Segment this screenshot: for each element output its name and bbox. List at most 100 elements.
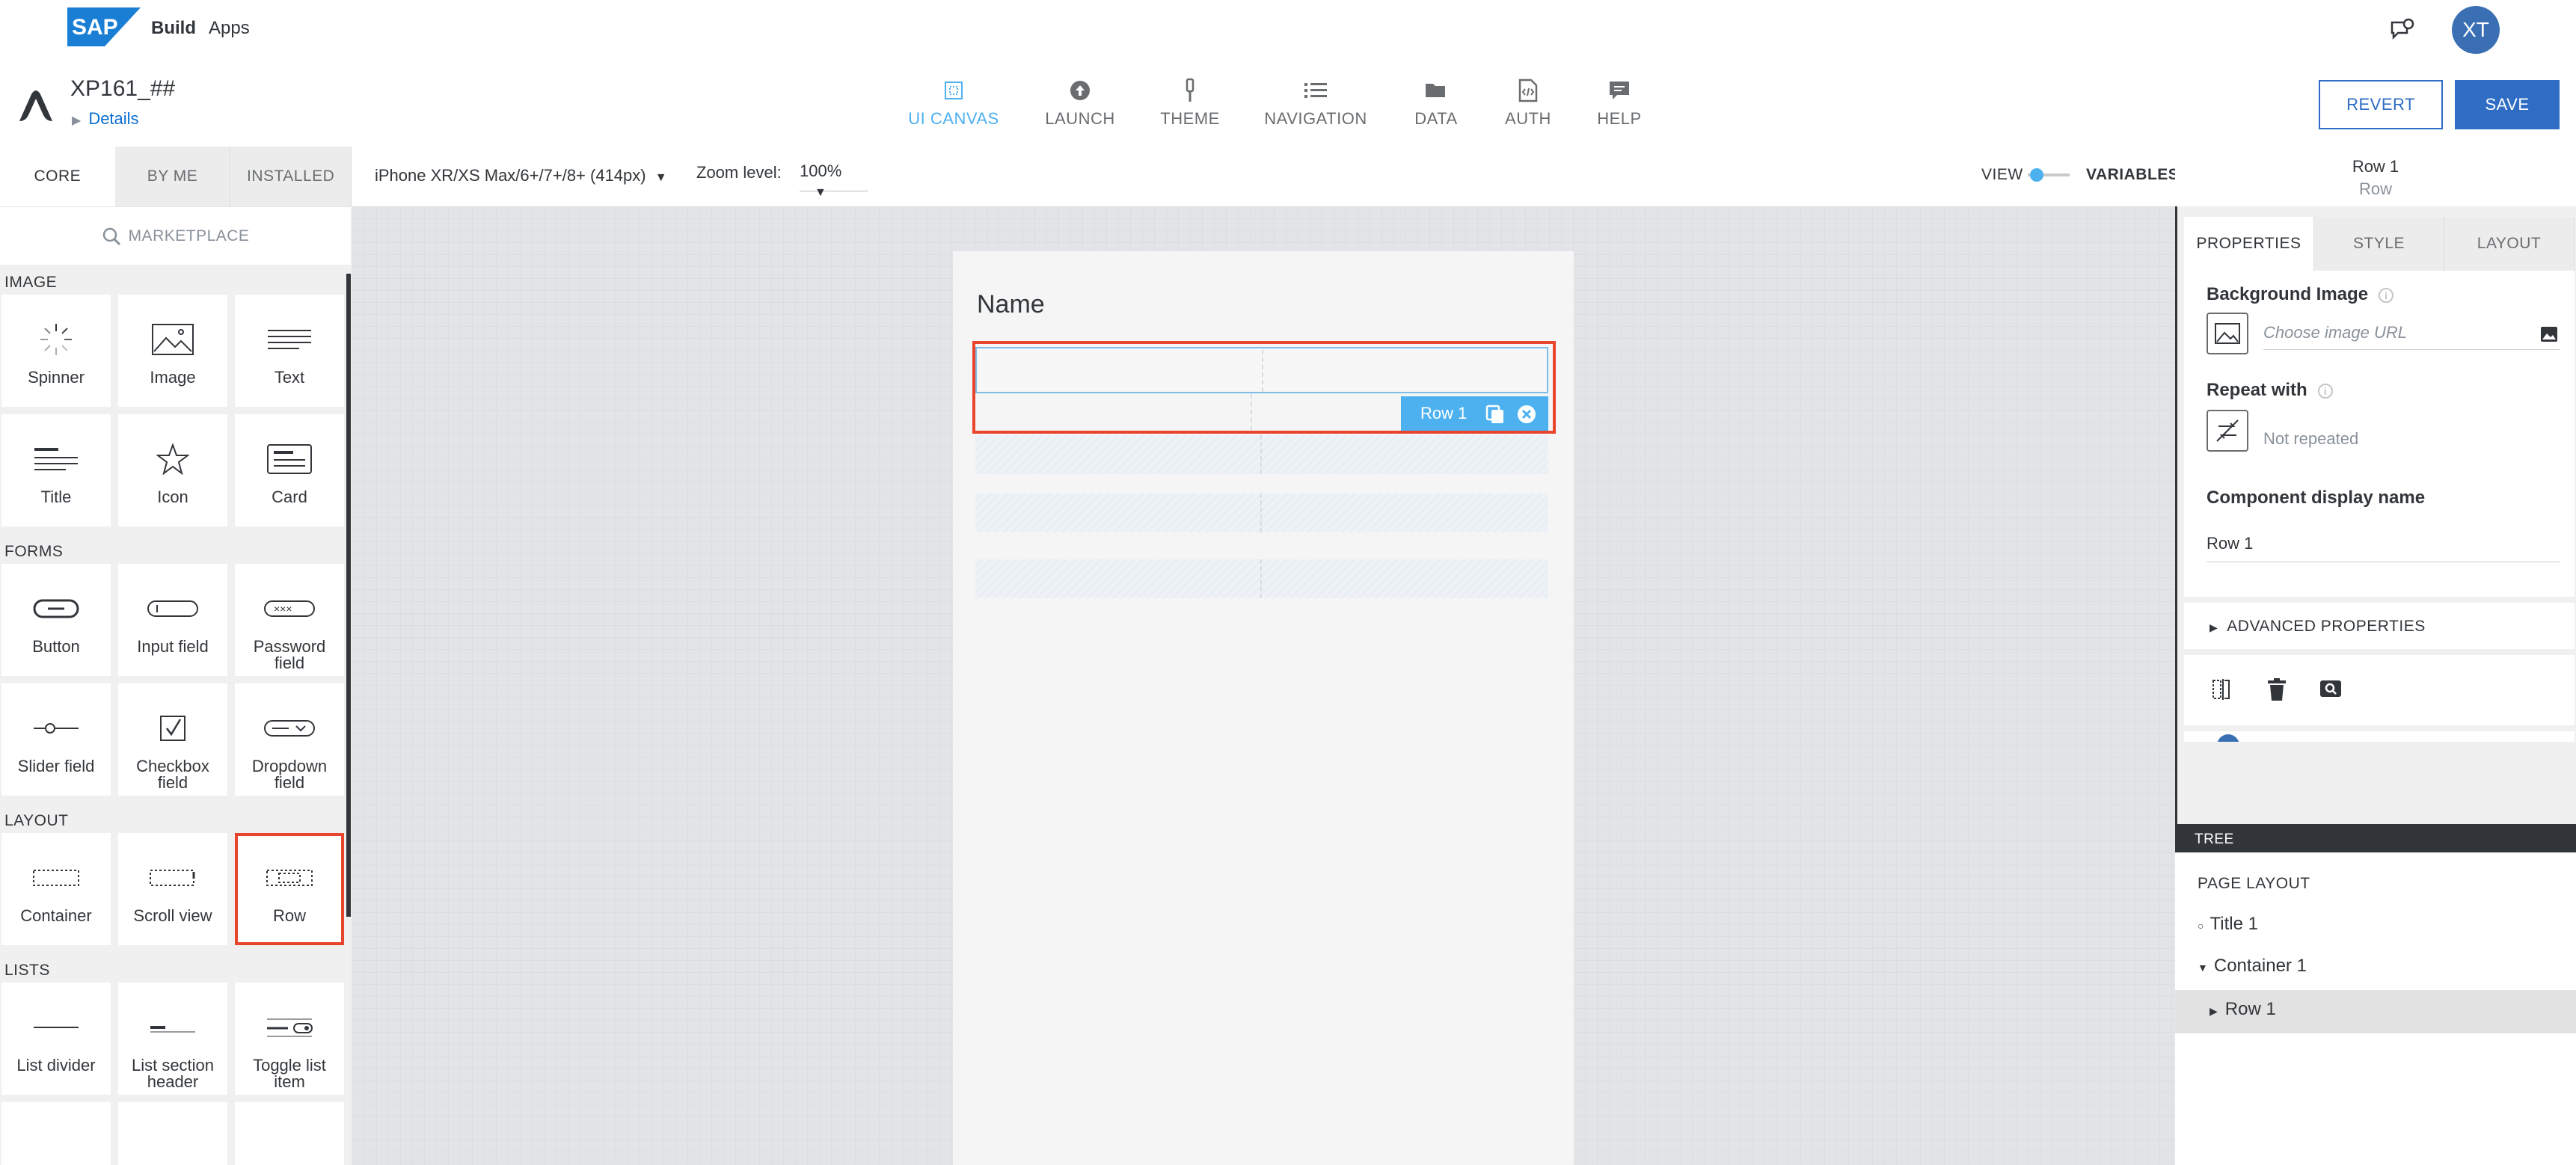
palette-scrollbar[interactable]: [346, 274, 351, 917]
tab-by-me[interactable]: BY ME: [114, 147, 230, 206]
split-icon[interactable]: [2211, 677, 2232, 701]
dropdown-icon: [264, 720, 315, 737]
toggle-list-item-icon: [267, 1018, 313, 1037]
row-badge-label: Row 1: [1420, 404, 1468, 422]
layout-components: Container Scroll view Row: [0, 833, 351, 953]
feedback-icon[interactable]: [2388, 15, 2417, 45]
zoom-select[interactable]: 100% ▼: [800, 159, 868, 199]
component-card[interactable]: Card: [235, 414, 344, 526]
image-icon: [2215, 323, 2240, 344]
selected-component-name: Row 1: [2352, 157, 2399, 176]
nav-navigation[interactable]: NAVIGATION: [1260, 75, 1372, 129]
component-image[interactable]: Image: [118, 295, 227, 407]
panel-overflow: [2184, 731, 2575, 742]
component-button[interactable]: Button: [1, 564, 111, 676]
tile-label: Text: [274, 368, 305, 387]
tree-node-container[interactable]: ▼ Container 1: [2198, 956, 2307, 977]
device-frame[interactable]: Name Row 1: [953, 251, 1574, 1165]
nav-ui-canvas[interactable]: UI CANVAS: [898, 75, 1010, 129]
nav-theme[interactable]: THEME: [1134, 75, 1246, 129]
component-spinner[interactable]: Spinner: [1, 295, 111, 407]
image-url-input[interactable]: Choose image URL: [2263, 317, 2560, 350]
image-picker-button[interactable]: [2207, 313, 2248, 354]
nav-help[interactable]: HELP: [1563, 75, 1675, 129]
tree-header: TREE: [2175, 824, 2576, 852]
tab-installed[interactable]: INSTALLED: [230, 147, 351, 206]
duplicate-icon[interactable]: [1485, 404, 1506, 425]
save-button[interactable]: SAVE: [2455, 80, 2560, 129]
component-input-field[interactable]: Input field: [118, 564, 227, 676]
display-name-input[interactable]: Row 1: [2207, 528, 2560, 562]
component-scroll-view[interactable]: Scroll view: [118, 833, 227, 945]
tile-label: Input field: [137, 637, 209, 656]
tile-label: Password field: [253, 637, 326, 672]
list-section-header-icon: [150, 1026, 195, 1033]
image-browse-icon[interactable]: [2540, 326, 2558, 342]
details-link[interactable]: ▶ Details: [72, 109, 139, 129]
component-list-divider[interactable]: List divider: [1, 983, 111, 1095]
component-toggle-list-item[interactable]: Toggle list item: [235, 983, 344, 1095]
component-container[interactable]: Container: [1, 833, 111, 945]
inspect-icon[interactable]: [2319, 677, 2343, 700]
component-more-1[interactable]: [1, 1102, 111, 1165]
advanced-properties-toggle[interactable]: ▶ ADVANCED PROPERTIES: [2184, 603, 2575, 649]
advanced-properties-label: ADVANCED PROPERTIES: [2227, 618, 2426, 635]
page-title-component[interactable]: Name: [977, 290, 1045, 319]
selected-row[interactable]: [975, 347, 1548, 393]
revert-button[interactable]: REVERT: [2319, 80, 2443, 129]
device-select[interactable]: iPhone XR/XS Max/6+/7+/8+ (414px) ▼: [375, 166, 667, 185]
launch-icon: [1070, 81, 1090, 100]
component-row[interactable]: Row: [235, 833, 344, 945]
info-icon[interactable]: i: [2379, 287, 2394, 303]
ui-canvas[interactable]: Name Row 1: [352, 206, 2175, 1165]
list-components: List divider List section header Toggle …: [0, 983, 351, 1165]
display-name-label: Component display name: [2207, 488, 2426, 508]
component-more-2[interactable]: [118, 1102, 227, 1165]
user-avatar[interactable]: XT: [2452, 6, 2500, 54]
component-title[interactable]: Title: [1, 414, 111, 526]
password-field-icon: ×××: [264, 600, 315, 617]
tree-node-label: Row 1: [2224, 999, 2276, 1019]
component-dropdown-field[interactable]: Dropdown field: [235, 683, 344, 796]
tile-label: Button: [32, 637, 80, 656]
product-name: Apps: [209, 18, 250, 38]
close-icon[interactable]: [1516, 404, 1537, 425]
tab-properties[interactable]: PROPERTIES: [2184, 217, 2314, 271]
svg-text:×××: ×××: [274, 603, 292, 615]
component-password-field[interactable]: ××× Password field: [235, 564, 344, 676]
component-icon[interactable]: Icon: [118, 414, 227, 526]
tab-style[interactable]: STYLE: [2314, 217, 2444, 271]
view-label: VIEW: [1981, 166, 2023, 183]
tab-layout[interactable]: LAYOUT: [2444, 217, 2575, 271]
input-field-icon: [147, 600, 198, 617]
component-slider-field[interactable]: Slider field: [1, 683, 111, 796]
nav-launch[interactable]: LAUNCH: [1024, 75, 1136, 129]
tile-label: Card: [272, 488, 307, 506]
tile-label: Checkbox field: [136, 757, 209, 792]
toggle-knob[interactable]: [2030, 168, 2043, 182]
delete-icon[interactable]: [2266, 677, 2287, 701]
tile-label: Container: [20, 906, 92, 925]
tree-node-row[interactable]: ▶ Row 1: [2209, 999, 2276, 1020]
component-more-3[interactable]: [235, 1102, 344, 1165]
component-checkbox-field[interactable]: Checkbox field: [118, 683, 227, 796]
nav-label: LAUNCH: [1045, 109, 1115, 128]
repeat-with-button[interactable]: [2207, 410, 2248, 452]
row-column-divider: [1260, 559, 1262, 598]
info-icon[interactable]: i: [2317, 383, 2333, 399]
selected-row-badge[interactable]: Row 1: [1401, 396, 1548, 431]
tab-core[interactable]: CORE: [0, 147, 115, 206]
component-list-section-header[interactable]: List section header: [118, 983, 227, 1095]
variables-label[interactable]: VARIABLES: [2086, 166, 2179, 184]
marketplace-label: MARKETPLACE: [128, 227, 250, 245]
data-icon: [1426, 84, 1445, 97]
tree-node-title[interactable]: ○ Title 1: [2198, 914, 2258, 935]
zoom-select-value: 100%: [800, 162, 842, 180]
marketplace-button[interactable]: MARKETPLACE: [0, 206, 351, 265]
sap-logo[interactable]: SAP: [67, 7, 141, 46]
component-palette: CORE BY ME INSTALLED MARKETPLACE IMAGE S…: [0, 147, 352, 1165]
auth-icon: [1518, 79, 1538, 102]
tree-root[interactable]: PAGE LAYOUT: [2198, 875, 2310, 893]
sap-logo-text: SAP: [72, 15, 118, 40]
component-text[interactable]: Text: [235, 295, 344, 407]
